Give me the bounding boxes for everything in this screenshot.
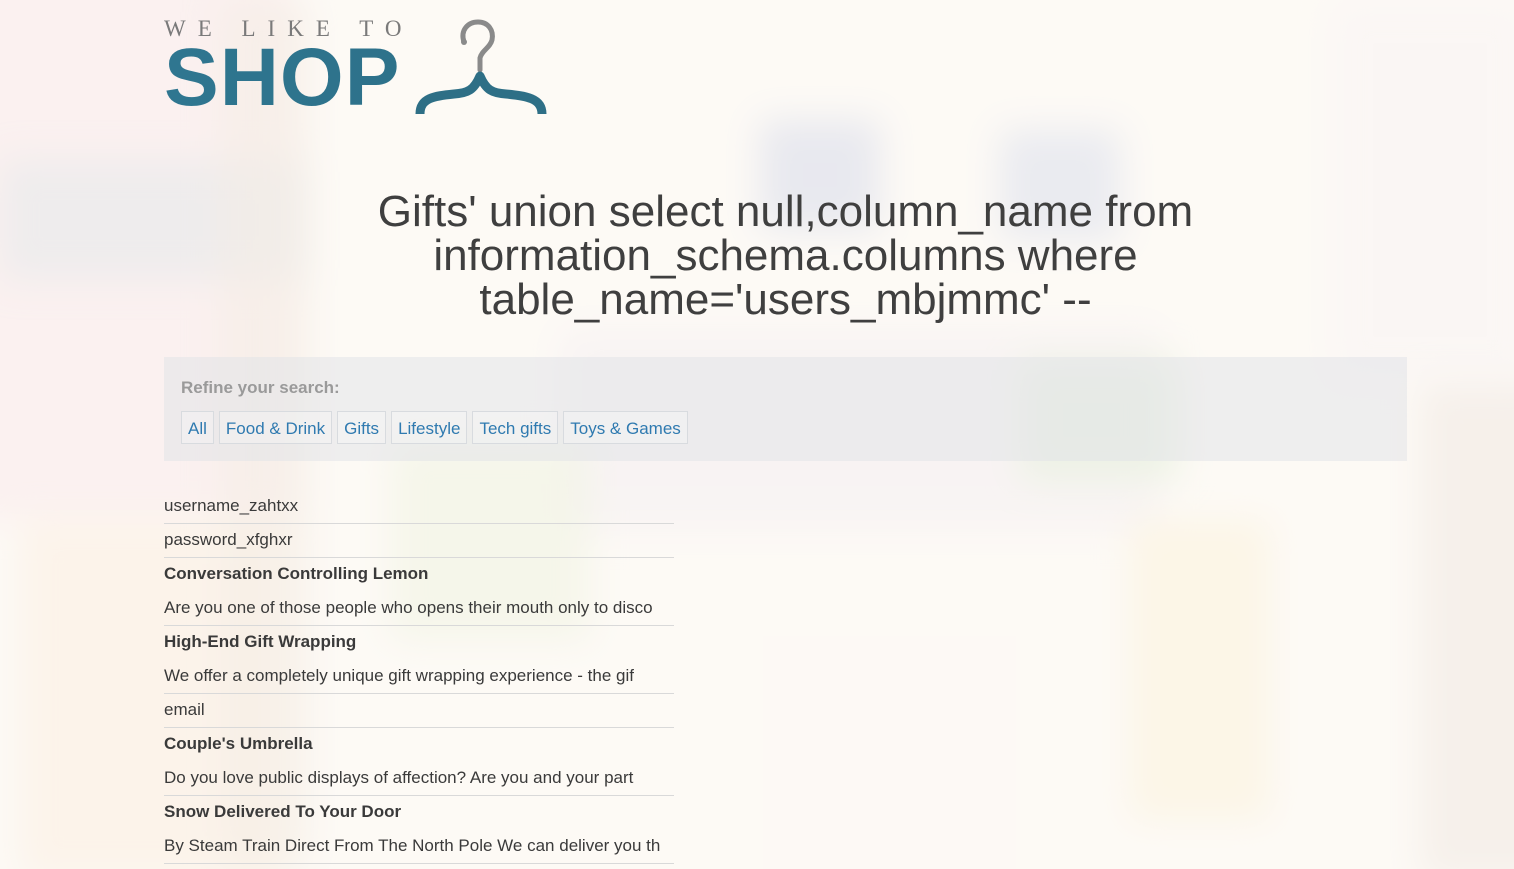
- filter-panel: Refine your search: All Food & Drink Gif…: [164, 357, 1407, 461]
- filter-toys-games[interactable]: Toys & Games: [563, 411, 688, 444]
- result-text: password_xfghxr: [164, 530, 293, 549]
- product-row: Couple's Umbrella Do you love public dis…: [164, 728, 674, 796]
- product-title: High-End Gift Wrapping: [164, 632, 357, 651]
- results-table: username_zahtxx password_xfghxr Conversa…: [164, 490, 674, 864]
- category-filter-list: All Food & Drink Gifts Lifestyle Tech gi…: [181, 411, 1390, 444]
- product-row: Conversation Controlling Lemon Are you o…: [164, 558, 674, 626]
- logo-wordmark: SHOP: [164, 37, 1407, 119]
- site-logo[interactable]: WE LIKE TO SHOP: [164, 0, 1407, 138]
- filter-all[interactable]: All: [181, 411, 214, 444]
- search-query-heading: Gifts' union select null,column_name fro…: [377, 187, 1194, 324]
- product-description: Do you love public displays of affection…: [164, 768, 634, 787]
- filter-label: Refine your search:: [181, 378, 340, 397]
- product-row: Snow Delivered To Your Door By Steam Tra…: [164, 796, 674, 864]
- page-title: Gifts' union select null,column_name fro…: [164, 190, 1407, 322]
- product-description: By Steam Train Direct From The North Pol…: [164, 836, 661, 855]
- table-row: password_xfghxr: [164, 524, 674, 558]
- result-text: email: [164, 700, 205, 719]
- product-row: High-End Gift Wrapping We offer a comple…: [164, 626, 674, 694]
- product-title: Conversation Controlling Lemon: [164, 564, 429, 583]
- filter-lifestyle[interactable]: Lifestyle: [391, 411, 468, 444]
- product-description: We offer a completely unique gift wrappi…: [164, 666, 634, 685]
- filter-food-drink[interactable]: Food & Drink: [218, 411, 333, 444]
- product-title: Snow Delivered To Your Door: [164, 802, 402, 821]
- result-text: username_zahtxx: [164, 496, 299, 515]
- product-description: Are you one of those people who opens th…: [164, 598, 653, 617]
- product-title: Couple's Umbrella: [164, 734, 313, 753]
- table-row: email: [164, 694, 674, 728]
- filter-gifts[interactable]: Gifts: [337, 411, 387, 444]
- hanger-icon: [415, 19, 547, 115]
- table-row: username_zahtxx: [164, 490, 674, 524]
- filter-tech-gifts[interactable]: Tech gifts: [472, 411, 559, 444]
